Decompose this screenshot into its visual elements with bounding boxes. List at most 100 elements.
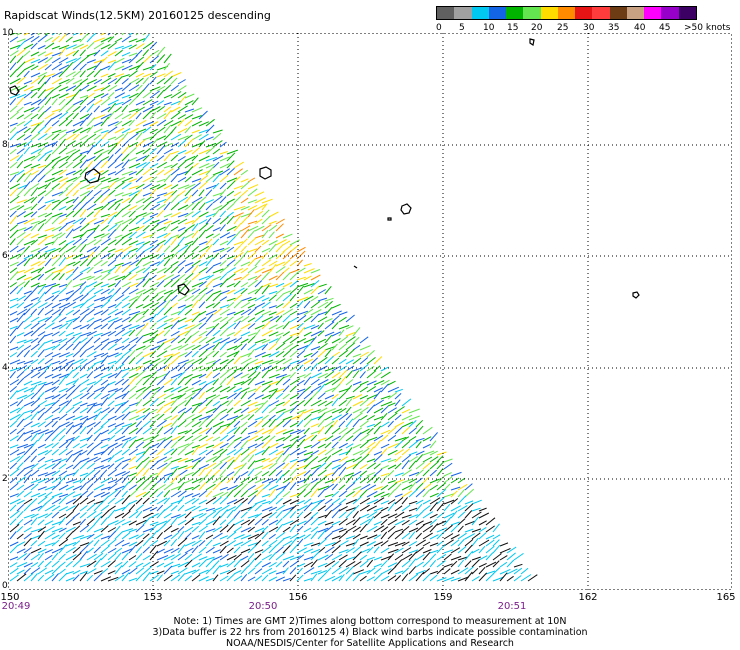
wind-barb bbox=[380, 547, 390, 554]
wind-barb bbox=[254, 568, 263, 575]
wind-barb bbox=[233, 245, 242, 253]
wind-barb bbox=[107, 530, 116, 540]
wind-barb bbox=[128, 273, 138, 281]
wind-barb bbox=[240, 169, 248, 176]
wind-barb bbox=[65, 188, 74, 197]
wind-barb bbox=[261, 247, 271, 253]
wind-barb bbox=[163, 306, 173, 316]
wind-barb bbox=[240, 421, 248, 428]
wind-barb bbox=[44, 414, 54, 421]
wind-barb bbox=[170, 260, 179, 267]
wind-barb bbox=[72, 349, 81, 358]
wind-barb bbox=[135, 420, 143, 428]
wind-barb bbox=[30, 203, 38, 211]
wind-barb bbox=[51, 552, 59, 561]
wind-barb bbox=[191, 299, 199, 309]
wind-barb bbox=[429, 523, 439, 533]
wind-barb bbox=[107, 259, 117, 267]
wind-barb bbox=[142, 497, 150, 505]
wind-barb bbox=[275, 518, 283, 526]
wind-barb bbox=[205, 243, 213, 253]
wind-barb bbox=[65, 97, 75, 106]
wind-barb bbox=[135, 497, 143, 505]
wind-barb bbox=[177, 230, 188, 239]
wind-barb bbox=[240, 216, 249, 225]
wind-barb bbox=[16, 120, 26, 127]
wind-barb bbox=[100, 413, 109, 421]
wind-barb bbox=[135, 217, 145, 225]
wind-barb bbox=[282, 267, 290, 274]
wind-barb bbox=[436, 451, 447, 456]
wind-barb bbox=[121, 286, 131, 295]
wind-barb bbox=[233, 553, 242, 561]
wind-barb bbox=[93, 68, 102, 78]
wind-barb bbox=[107, 497, 116, 505]
wind-barb bbox=[114, 248, 123, 253]
wind-barb bbox=[317, 469, 327, 477]
wind-barb bbox=[240, 448, 250, 456]
wind-barb bbox=[303, 263, 312, 267]
wind-barb bbox=[275, 244, 284, 253]
wind-barb bbox=[30, 432, 38, 442]
wind-barb bbox=[345, 314, 355, 323]
wind-barb bbox=[142, 436, 154, 442]
wind-barb bbox=[198, 293, 207, 302]
wind-barb bbox=[170, 77, 178, 85]
wind-barb bbox=[191, 162, 199, 169]
wind-barb bbox=[16, 238, 24, 246]
wind-barb bbox=[149, 268, 158, 274]
wind-barb bbox=[338, 531, 348, 540]
wind-barb bbox=[359, 398, 369, 407]
wind-barb bbox=[142, 196, 152, 204]
wind-barb bbox=[163, 148, 174, 155]
wind-barb bbox=[30, 391, 39, 400]
wind-barb bbox=[506, 552, 516, 561]
wind-barb bbox=[212, 574, 219, 582]
wind-barb bbox=[184, 272, 194, 281]
wind-barb bbox=[149, 498, 158, 505]
wind-barb bbox=[30, 51, 40, 57]
wind-barb bbox=[205, 288, 214, 295]
wind-barb bbox=[345, 572, 355, 582]
wind-barb bbox=[177, 226, 186, 232]
wind-barb bbox=[352, 418, 361, 428]
wind-barb bbox=[415, 450, 425, 456]
wind-barb bbox=[9, 567, 19, 575]
wind-barb bbox=[30, 308, 38, 316]
wind-barb bbox=[212, 129, 223, 134]
wind-barb bbox=[79, 275, 92, 281]
wind-barb bbox=[191, 311, 200, 316]
wind-barb bbox=[156, 126, 166, 134]
wind-barb bbox=[422, 443, 431, 449]
wind-barb bbox=[37, 51, 47, 57]
wind-barb bbox=[121, 224, 129, 232]
wind-barb bbox=[464, 510, 473, 519]
wind-barb bbox=[261, 463, 273, 470]
wind-barb bbox=[275, 388, 284, 393]
wind-barb bbox=[107, 560, 116, 568]
wind-barb bbox=[23, 155, 36, 162]
wind-barb bbox=[268, 576, 278, 582]
wind-barb bbox=[44, 352, 54, 358]
wind-barb bbox=[443, 499, 455, 505]
legend-label: 35 bbox=[608, 23, 620, 33]
wind-barb bbox=[177, 139, 187, 148]
wind-barb bbox=[58, 147, 68, 155]
wind-barb bbox=[289, 239, 300, 246]
wind-barb bbox=[317, 573, 326, 582]
wind-barb bbox=[9, 187, 19, 197]
wind-barb bbox=[212, 427, 222, 435]
wind-barb bbox=[240, 407, 250, 414]
wind-barb bbox=[226, 476, 234, 484]
wind-barb bbox=[16, 286, 24, 295]
wind-barb bbox=[303, 511, 312, 519]
wind-barb bbox=[261, 493, 270, 498]
color-scale bbox=[436, 6, 697, 20]
wind-barb bbox=[72, 341, 81, 351]
wind-barb bbox=[170, 244, 180, 253]
wind-barb bbox=[65, 321, 73, 330]
wind-barb bbox=[261, 272, 270, 281]
wind-barb bbox=[100, 342, 110, 351]
wind-barb bbox=[408, 531, 416, 540]
wind-barb bbox=[373, 451, 382, 456]
